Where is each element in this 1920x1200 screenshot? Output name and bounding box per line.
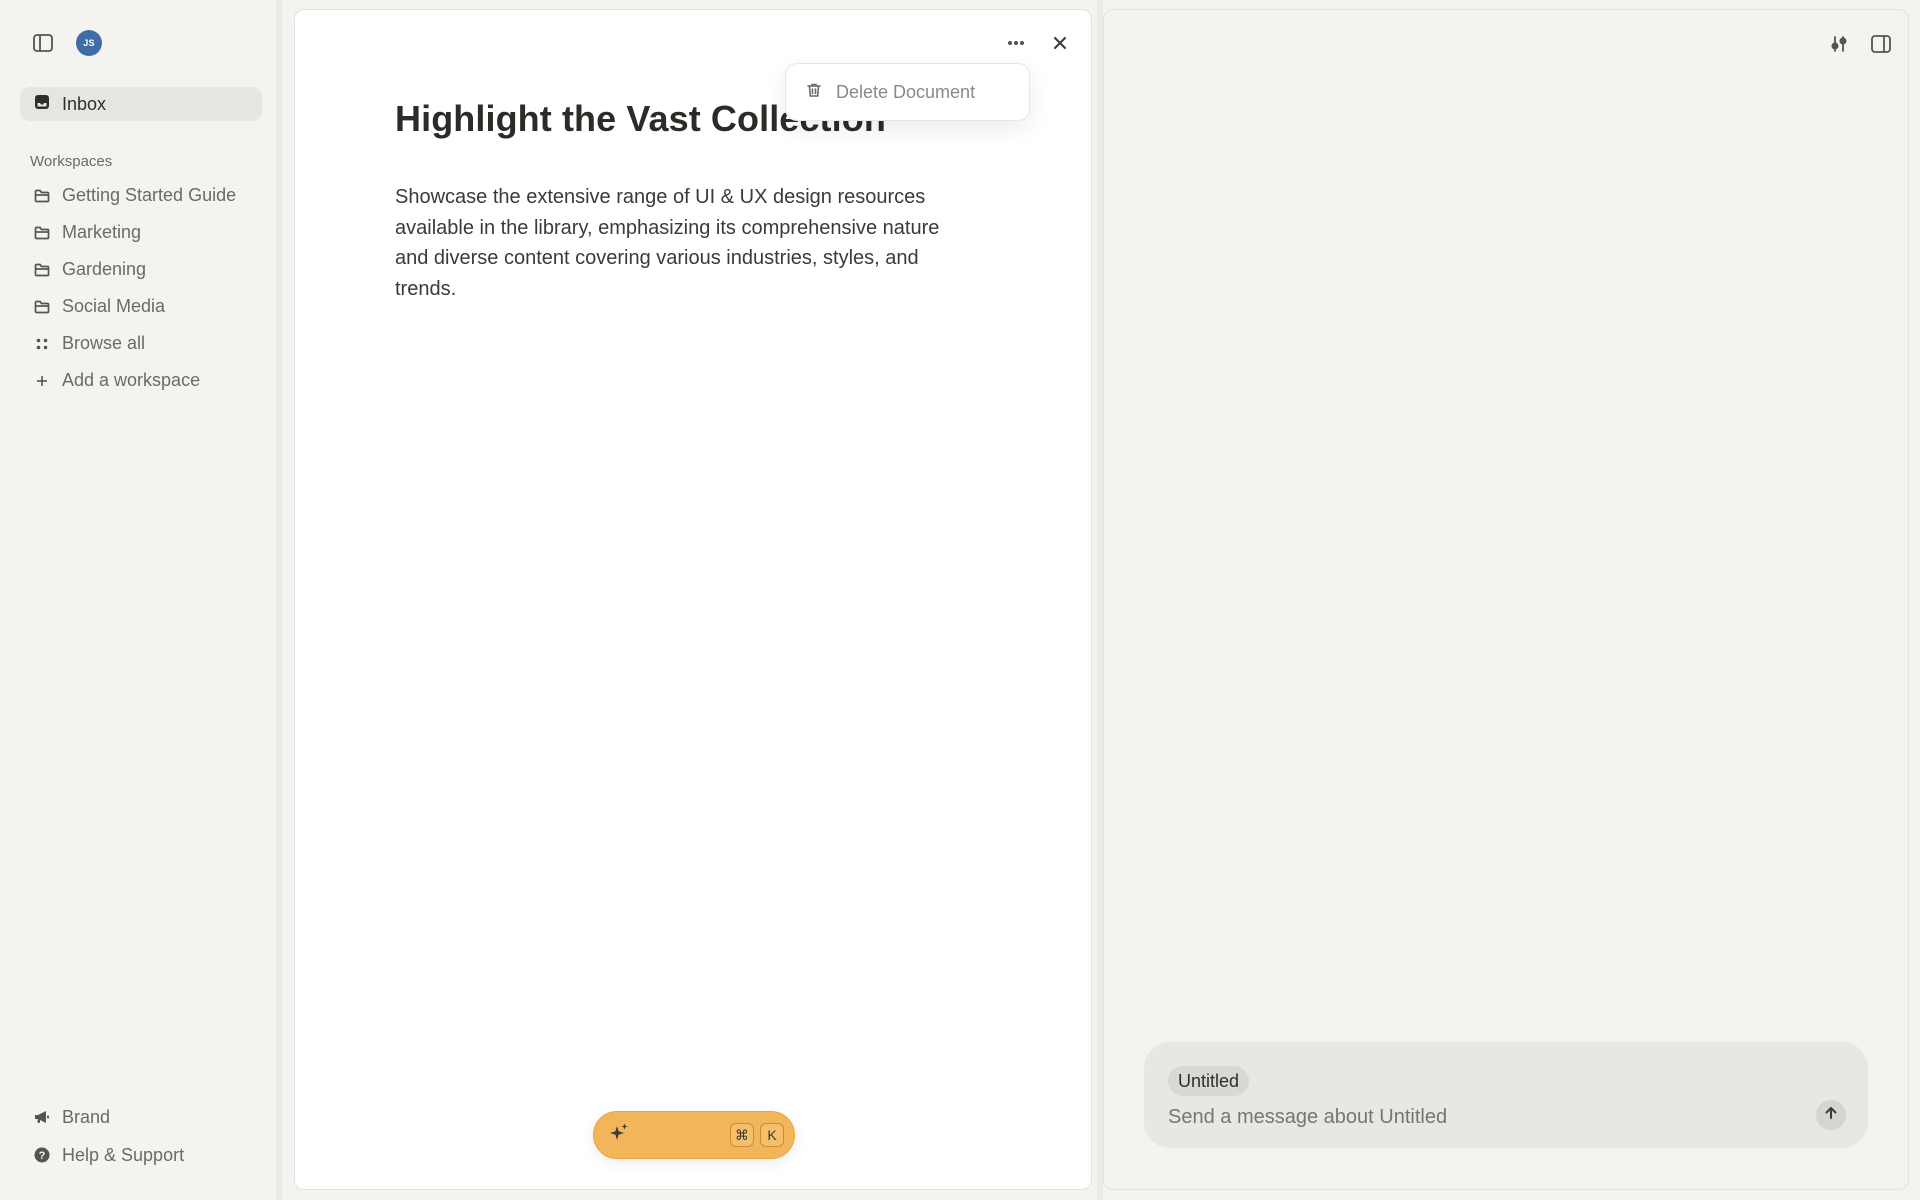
k-key: K: [760, 1123, 784, 1147]
sidebar-item-inbox[interactable]: Inbox: [20, 87, 262, 121]
add-workspace-button[interactable]: Add a workspace: [20, 362, 262, 399]
sidebar-item-label: Social Media: [62, 296, 166, 316]
workspaces-heading: Workspaces: [30, 153, 113, 170]
trash-icon: [806, 82, 822, 103]
sidebar-item-label: Browse all: [62, 333, 146, 353]
workspace-list: Getting Started Guide Marketing Gardenin…: [20, 177, 262, 399]
sidebar-item-brand[interactable]: Brand: [20, 1098, 262, 1136]
sidebar-item-browse-all[interactable]: Browse all: [20, 325, 262, 362]
sidebar: JS Inbox Workspaces Getting Started Guid…: [0, 0, 268, 1200]
plus-icon: [34, 373, 50, 389]
sparkle-icon: [608, 1122, 630, 1149]
sidebar-item-marketing[interactable]: Marketing: [20, 214, 262, 251]
delete-document-menu-item[interactable]: Delete Document: [785, 63, 1030, 121]
sidebar-item-getting-started-guide[interactable]: Getting Started Guide: [20, 177, 262, 214]
sidebar-item-social-media[interactable]: Social Media: [20, 288, 262, 325]
arrow-up-icon: [1824, 1106, 1838, 1125]
folder-icon: [34, 262, 50, 278]
panel-divider: [276, 0, 282, 1200]
ai-assistant-button[interactable]: ⌘ K: [593, 1111, 795, 1159]
inbox-icon: [34, 94, 50, 115]
close-icon[interactable]: [1047, 30, 1073, 56]
sidebar-footer: Brand ? Help & Support: [20, 1098, 262, 1174]
app-window: JS Inbox Workspaces Getting Started Guid…: [0, 0, 1920, 1200]
command-key: ⌘: [730, 1123, 754, 1147]
document-body[interactable]: Showcase the extensive range of UI & UX …: [395, 182, 975, 304]
sidebar-item-label: Gardening: [62, 259, 147, 279]
context-chip[interactable]: Untitled: [1168, 1066, 1250, 1096]
sidebar-item-label: Getting Started Guide: [62, 185, 237, 205]
keyboard-shortcut: ⌘ K: [730, 1123, 784, 1147]
document-panel: Highlight the Vast Collection Showcase t…: [294, 9, 1092, 1190]
avatar[interactable]: JS: [76, 30, 102, 56]
sidebar-toggle-icon[interactable]: [30, 30, 56, 56]
sidebar-item-label: Brand: [62, 1106, 111, 1127]
megaphone-icon: [34, 1109, 50, 1125]
sidebar-item-label: Marketing: [62, 222, 142, 242]
folder-icon: [34, 188, 50, 204]
grid-icon: [34, 336, 50, 352]
adjustments-icon[interactable]: [1826, 31, 1852, 57]
send-button[interactable]: [1816, 1100, 1846, 1130]
chat-panel: Untitled: [1103, 9, 1909, 1190]
svg-text:?: ?: [39, 1150, 46, 1162]
chat-toolbar: [1826, 31, 1894, 57]
sidebar-item-gardening[interactable]: Gardening: [20, 251, 262, 288]
chat-composer: Untitled: [1144, 1042, 1868, 1148]
sidebar-header: JS: [30, 30, 102, 56]
sidebar-item-label: Inbox: [62, 93, 107, 114]
sidebar-item-help-support[interactable]: ? Help & Support: [20, 1136, 262, 1174]
folder-icon: [34, 225, 50, 241]
more-options-icon[interactable]: [1003, 30, 1029, 56]
folder-icon: [34, 299, 50, 315]
chat-message-input[interactable]: [1168, 1106, 1788, 1129]
right-panel-toggle-icon[interactable]: [1868, 31, 1894, 57]
help-icon: ?: [34, 1147, 50, 1163]
sidebar-item-label: Add a workspace: [62, 370, 201, 390]
sidebar-item-label: Help & Support: [62, 1144, 185, 1165]
menu-item-label: Delete Document: [836, 81, 976, 102]
